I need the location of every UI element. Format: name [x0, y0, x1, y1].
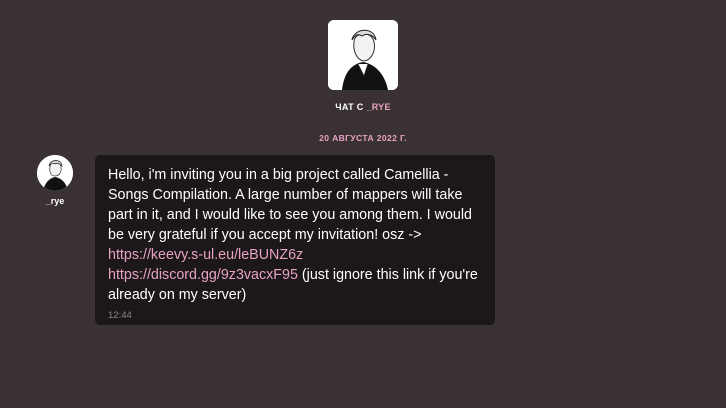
chat-title-prefix: ЧАТ С — [335, 102, 364, 112]
chat-title: ЧАТ С _RYE — [335, 102, 391, 112]
message-link-discord[interactable]: https://discord.gg/9z3vacxF95 — [108, 267, 298, 283]
message-text: Hello, i'm inviting you in a big project… — [108, 165, 482, 305]
message-timestamp: 12:44 — [108, 310, 132, 321]
anime-character-avatar-icon — [328, 20, 398, 90]
anime-character-avatar-icon — [37, 155, 73, 191]
date-divider: 20 АВГУСТА 2022 Г. — [319, 133, 407, 143]
message-link-keevy[interactable]: https://keevy.s-ul.eu/leBUNZ6z — [108, 247, 303, 263]
chat-partner-avatar[interactable] — [328, 20, 398, 90]
sender-avatar[interactable] — [37, 155, 73, 191]
message-text-part1: Hello, i'm inviting you in a big project… — [108, 167, 472, 243]
chat-header: ЧАТ С _RYE — [0, 0, 726, 112]
sender-name[interactable]: _rye — [46, 196, 65, 206]
chat-title-username[interactable]: _RYE — [366, 102, 390, 112]
message-sender: _rye — [37, 155, 73, 206]
message-bubble: Hello, i'm inviting you in a big project… — [95, 155, 495, 325]
